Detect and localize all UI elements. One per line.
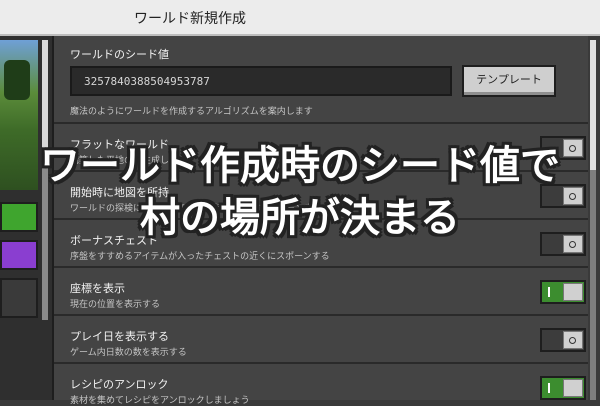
setting-row-recipe-unlock: レシピのアンロック 素材を集めてレシピをアンロックしましょう <box>54 364 588 406</box>
seed-description: 魔法のようにワールドを作成するアルゴリズムを案内します <box>70 107 313 117</box>
setting-label: レシピのアンロック <box>70 378 169 391</box>
toggle-on-mark <box>548 383 550 393</box>
toggle-off-mark <box>569 241 576 248</box>
toggle-knob <box>563 331 583 349</box>
setting-row-flat-world: フラットなワールド 構築した平地のみ生成します <box>54 124 588 172</box>
setting-description: 構築した平地のみ生成します <box>70 156 188 166</box>
recipe-unlock-toggle[interactable] <box>540 376 586 400</box>
world-preview-image <box>0 40 38 190</box>
setting-description: 現在の位置を表示する <box>70 300 161 310</box>
seed-label: ワールドのシード値 <box>70 48 169 61</box>
toggle-knob <box>563 379 583 397</box>
main-scrollbar-thumb[interactable] <box>590 40 596 170</box>
settings-panel: ワールドのシード値 3257840388504953787 テンプレート 魔法の… <box>54 36 588 406</box>
template-button[interactable]: テンプレート <box>462 65 556 97</box>
left-panel <box>0 36 54 400</box>
setting-description: ワールドの探検に使う空白の地図を持った状態でスポーンする <box>70 204 322 214</box>
seed-input[interactable]: 3257840388504953787 <box>70 66 452 96</box>
toggle-off-mark <box>569 337 576 344</box>
setting-label: 開始時に地図を所持 <box>70 186 169 199</box>
setting-label: 座標を表示 <box>70 282 125 295</box>
setting-row-show-days-played: プレイ日を表示する ゲーム内日数の数を表示する <box>54 316 588 364</box>
setting-description: 序盤をすすめるアイテムが入ったチェストの近くにスポーンする <box>70 252 330 262</box>
toggle-knob <box>563 187 583 205</box>
flat-world-toggle[interactable] <box>540 136 586 160</box>
green-tab-button[interactable] <box>0 202 38 232</box>
toggle-off-mark <box>569 145 576 152</box>
setting-label: ボーナスチェスト <box>70 234 158 247</box>
toggle-on-mark <box>548 287 550 297</box>
purple-tab-button[interactable] <box>0 240 38 270</box>
starting-map-toggle[interactable] <box>540 184 586 208</box>
toggle-knob <box>563 283 583 301</box>
toggle-knob <box>563 139 583 157</box>
title-bar: ワールド新規作成 <box>0 0 600 36</box>
toggle-knob <box>563 235 583 253</box>
setting-row-bonus-chest: ボーナスチェスト 序盤をすすめるアイテムが入ったチェストの近くにスポーンする <box>54 220 588 268</box>
left-panel-lower <box>0 278 38 318</box>
setting-row-starting-map: 開始時に地図を所持 ワールドの探検に使う空白の地図を持った状態でスポーンする <box>54 172 588 220</box>
show-coordinates-toggle[interactable] <box>540 280 586 304</box>
setting-label: フラットなワールド <box>70 138 169 151</box>
seed-section: ワールドのシード値 3257840388504953787 テンプレート 魔法の… <box>54 36 588 124</box>
left-scrollbar-thumb[interactable] <box>42 40 48 160</box>
setting-row-show-coordinates: 座標を表示 現在の位置を表示する <box>54 268 588 316</box>
show-days-played-toggle[interactable] <box>540 328 586 352</box>
toggle-off-mark <box>569 193 576 200</box>
setting-description: ゲーム内日数の数を表示する <box>70 348 187 358</box>
setting-label: プレイ日を表示する <box>70 330 169 343</box>
window-title: ワールド新規作成 <box>134 11 246 27</box>
bonus-chest-toggle[interactable] <box>540 232 586 256</box>
